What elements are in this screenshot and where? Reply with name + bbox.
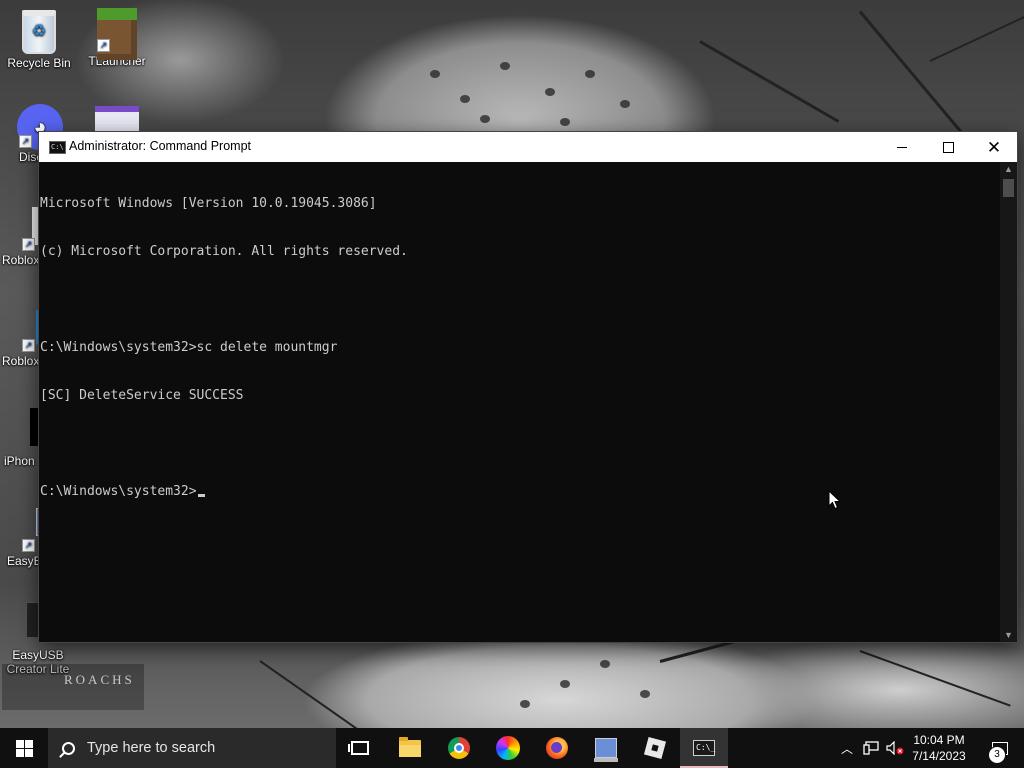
command-prompt-window[interactable]: C:\ Administrator: Command Prompt ✕ Micr… xyxy=(38,131,1018,643)
maximize-icon xyxy=(942,141,954,153)
volume-muted-icon xyxy=(886,741,904,755)
recycle-bin-icon: ♻ xyxy=(22,10,56,54)
notification-count-badge: 3 xyxy=(988,746,1006,764)
taskbar-search-box[interactable]: Type here to search xyxy=(48,728,336,768)
minimize-button[interactable] xyxy=(879,132,925,162)
title-bar[interactable]: C:\ Administrator: Command Prompt ✕ xyxy=(39,132,1017,162)
maximize-button[interactable] xyxy=(925,132,971,162)
search-placeholder: Type here to search xyxy=(87,740,216,756)
taskbar-easybcd[interactable] xyxy=(582,728,630,768)
window-title: Administrator: Command Prompt xyxy=(69,139,252,153)
cmd-icon: C:\ xyxy=(49,141,66,154)
scroll-up-icon[interactable]: ▲ xyxy=(1000,162,1017,176)
console-line: C:\Windows\system32>sc delete mountmgr xyxy=(40,340,338,355)
shortcut-arrow-icon: ↗ xyxy=(97,39,110,52)
desktop-icon-recycle-bin[interactable]: ♻ Recycle Bin xyxy=(1,6,77,70)
taskbar-chrome[interactable] xyxy=(435,728,483,768)
show-hidden-icons-button[interactable]: ︿ xyxy=(836,728,858,768)
text-cursor xyxy=(197,494,205,497)
console-line: Microsoft Windows [Version 10.0.19045.30… xyxy=(40,196,377,211)
console-line: [SC] DeleteService SUCCESS xyxy=(40,388,244,403)
network-icon xyxy=(863,741,879,755)
taskbar-command-prompt[interactable]: C:\_ xyxy=(680,728,728,768)
task-view-button[interactable] xyxy=(336,728,384,768)
scroll-down-icon[interactable]: ▼ xyxy=(1000,628,1017,642)
start-button[interactable] xyxy=(0,728,48,768)
console-output[interactable]: Microsoft Windows [Version 10.0.19045.30… xyxy=(39,164,1000,642)
close-icon: ✕ xyxy=(986,137,1002,157)
shortcut-arrow-icon: ↗ xyxy=(19,135,32,148)
scroll-thumb[interactable] xyxy=(1003,179,1014,197)
close-button[interactable]: ✕ xyxy=(971,132,1017,162)
shortcut-arrow-icon: ↗ xyxy=(22,339,35,352)
desktop-icon-tlauncher[interactable]: ↗ TLauncher xyxy=(79,6,155,68)
console-prompt: C:\Windows\system32> xyxy=(40,484,197,499)
volume-tray-button[interactable] xyxy=(884,728,906,768)
task-view-icon xyxy=(348,741,369,755)
firefox-icon xyxy=(546,737,568,759)
taskbar-color-app[interactable] xyxy=(484,728,532,768)
chrome-icon xyxy=(448,737,470,759)
shortcut-arrow-icon: ↗ xyxy=(22,539,35,552)
network-tray-button[interactable] xyxy=(860,728,882,768)
console-prompt-line[interactable]: C:\Windows\system32> xyxy=(40,484,1000,500)
clock-date: 7/14/2023 xyxy=(912,749,966,763)
taskbar-roblox[interactable] xyxy=(631,728,679,768)
wallpaper-watermark: ROACHS xyxy=(2,664,144,710)
search-icon xyxy=(62,741,75,755)
taskbar-file-explorer[interactable] xyxy=(386,728,434,768)
minimize-icon xyxy=(897,146,907,148)
taskbar: Type here to search C:\_ ︿ 10:04 PM 7/14… xyxy=(0,728,1024,768)
easybcd-icon xyxy=(594,738,618,762)
file-explorer-icon xyxy=(399,736,421,757)
roblox-icon xyxy=(643,736,667,760)
clock-time: 10:04 PM xyxy=(913,733,965,747)
tlauncher-icon xyxy=(97,8,137,60)
windows-logo-icon xyxy=(15,739,33,757)
taskbar-firefox[interactable] xyxy=(533,728,581,768)
shortcut-arrow-icon: ↗ xyxy=(22,238,35,251)
color-wheel-icon xyxy=(496,736,520,760)
console-line: (c) Microsoft Corporation. All rights re… xyxy=(40,244,408,259)
vertical-scrollbar[interactable]: ▲ ▼ xyxy=(1000,162,1017,642)
command-prompt-icon: C:\_ xyxy=(693,740,715,756)
chevron-up-icon: ︿ xyxy=(840,741,853,756)
system-clock[interactable]: 10:04 PM 7/14/2023 xyxy=(906,732,972,764)
